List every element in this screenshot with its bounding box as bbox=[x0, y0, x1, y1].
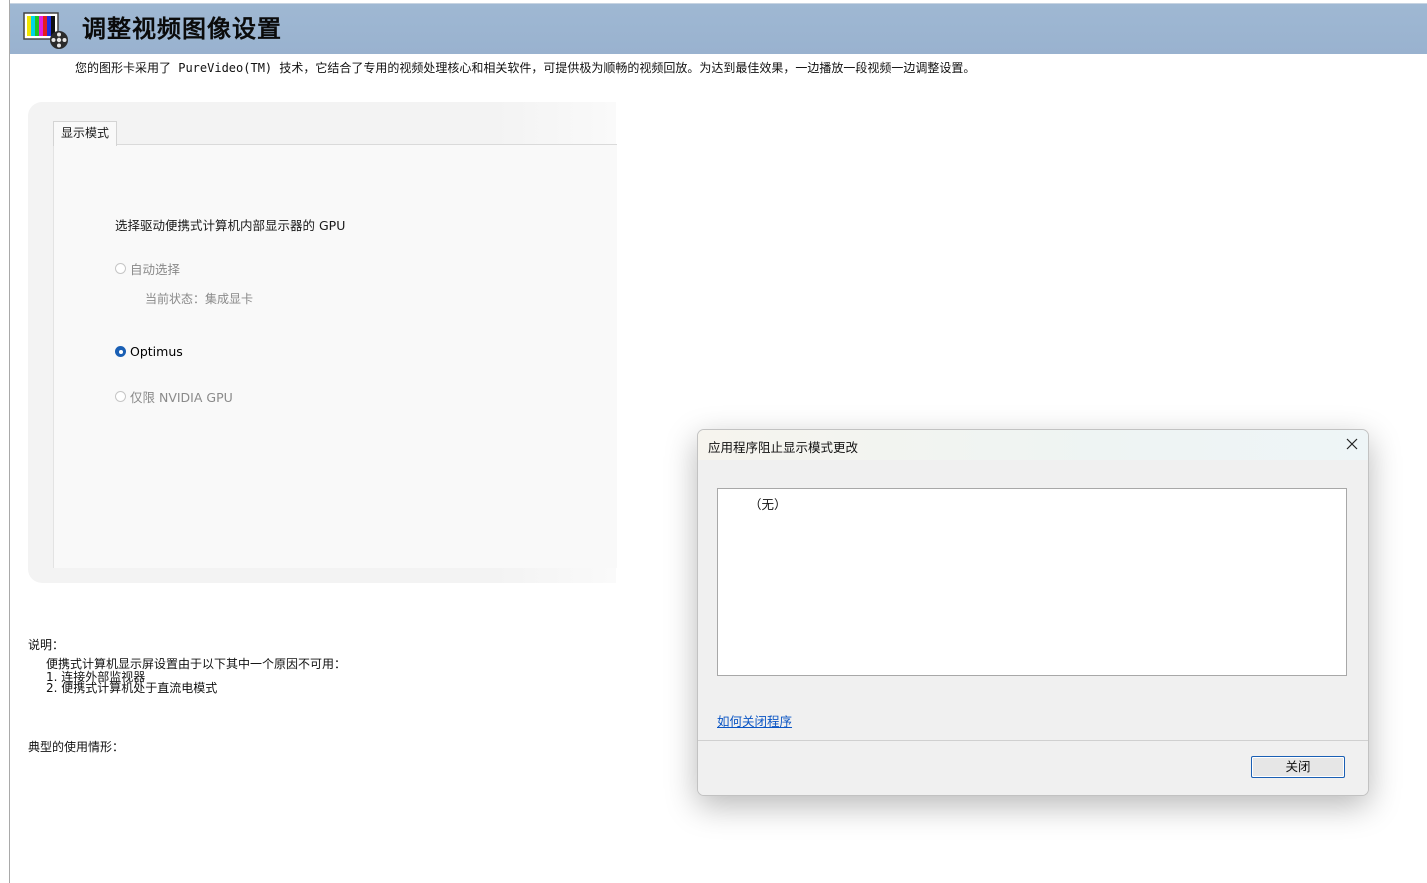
radio-auto-select[interactable]: 自动选择 bbox=[115, 259, 180, 278]
blocking-app-list[interactable]: （无） bbox=[717, 488, 1347, 676]
page-title: 调整视频图像设置 bbox=[82, 14, 282, 43]
gpu-select-prompt: 选择驱动便携式计算机内部显示器的 GPU bbox=[115, 218, 346, 233]
radio-button[interactable] bbox=[115, 391, 126, 402]
window-left-edge bbox=[0, 0, 10, 883]
close-button[interactable]: 关闭 bbox=[1251, 756, 1345, 778]
how-to-close-programs-link[interactable]: 如何关闭程序 bbox=[717, 711, 792, 730]
radio-label: Optimus bbox=[130, 344, 183, 359]
dialog-close-button[interactable] bbox=[1338, 430, 1366, 458]
radio-optimus[interactable]: Optimus bbox=[115, 344, 183, 359]
display-mode-panel: 选择驱动便携式计算机内部显示器的 GPU 自动选择 当前状态：集成显卡 Opti… bbox=[28, 102, 617, 583]
tab-display-mode[interactable]: 显示模式 bbox=[53, 121, 118, 146]
radio-label: 仅限 NVIDIA GPU bbox=[130, 390, 233, 405]
close-x-icon bbox=[1346, 438, 1358, 450]
tab-page-display-mode: 选择驱动便携式计算机内部显示器的 GPU 自动选择 当前状态：集成显卡 Opti… bbox=[53, 144, 617, 568]
list-item[interactable]: （无） bbox=[749, 494, 787, 513]
radio-nvidia-only[interactable]: 仅限 NVIDIA GPU bbox=[115, 387, 233, 406]
radio-button[interactable] bbox=[115, 346, 126, 357]
blocking-apps-dialog: 应用程序阻止显示模式更改 （无） 如何关闭程序 关闭 bbox=[697, 429, 1369, 796]
radio-button[interactable] bbox=[115, 263, 126, 274]
current-status: 当前状态：集成显卡 bbox=[145, 292, 254, 306]
radio-label: 自动选择 bbox=[130, 262, 181, 277]
dialog-footer: 关闭 bbox=[698, 740, 1368, 795]
page-header: 调整视频图像设置 bbox=[10, 3, 1427, 54]
description-label: 说明： bbox=[28, 638, 65, 652]
typical-usage-label: 典型的使用情形： bbox=[28, 740, 125, 754]
intro-text: 您的图形卡采用了 PureVideo(TM) 技术，它结合了专用的视频处理核心和… bbox=[75, 61, 976, 75]
video-color-bars-icon bbox=[23, 12, 68, 49]
dialog-titlebar[interactable]: 应用程序阻止显示模式更改 bbox=[698, 430, 1368, 460]
dialog-title: 应用程序阻止显示模式更改 bbox=[708, 440, 859, 455]
reason-item: 2. 便携式计算机处于直流电模式 bbox=[46, 681, 218, 695]
